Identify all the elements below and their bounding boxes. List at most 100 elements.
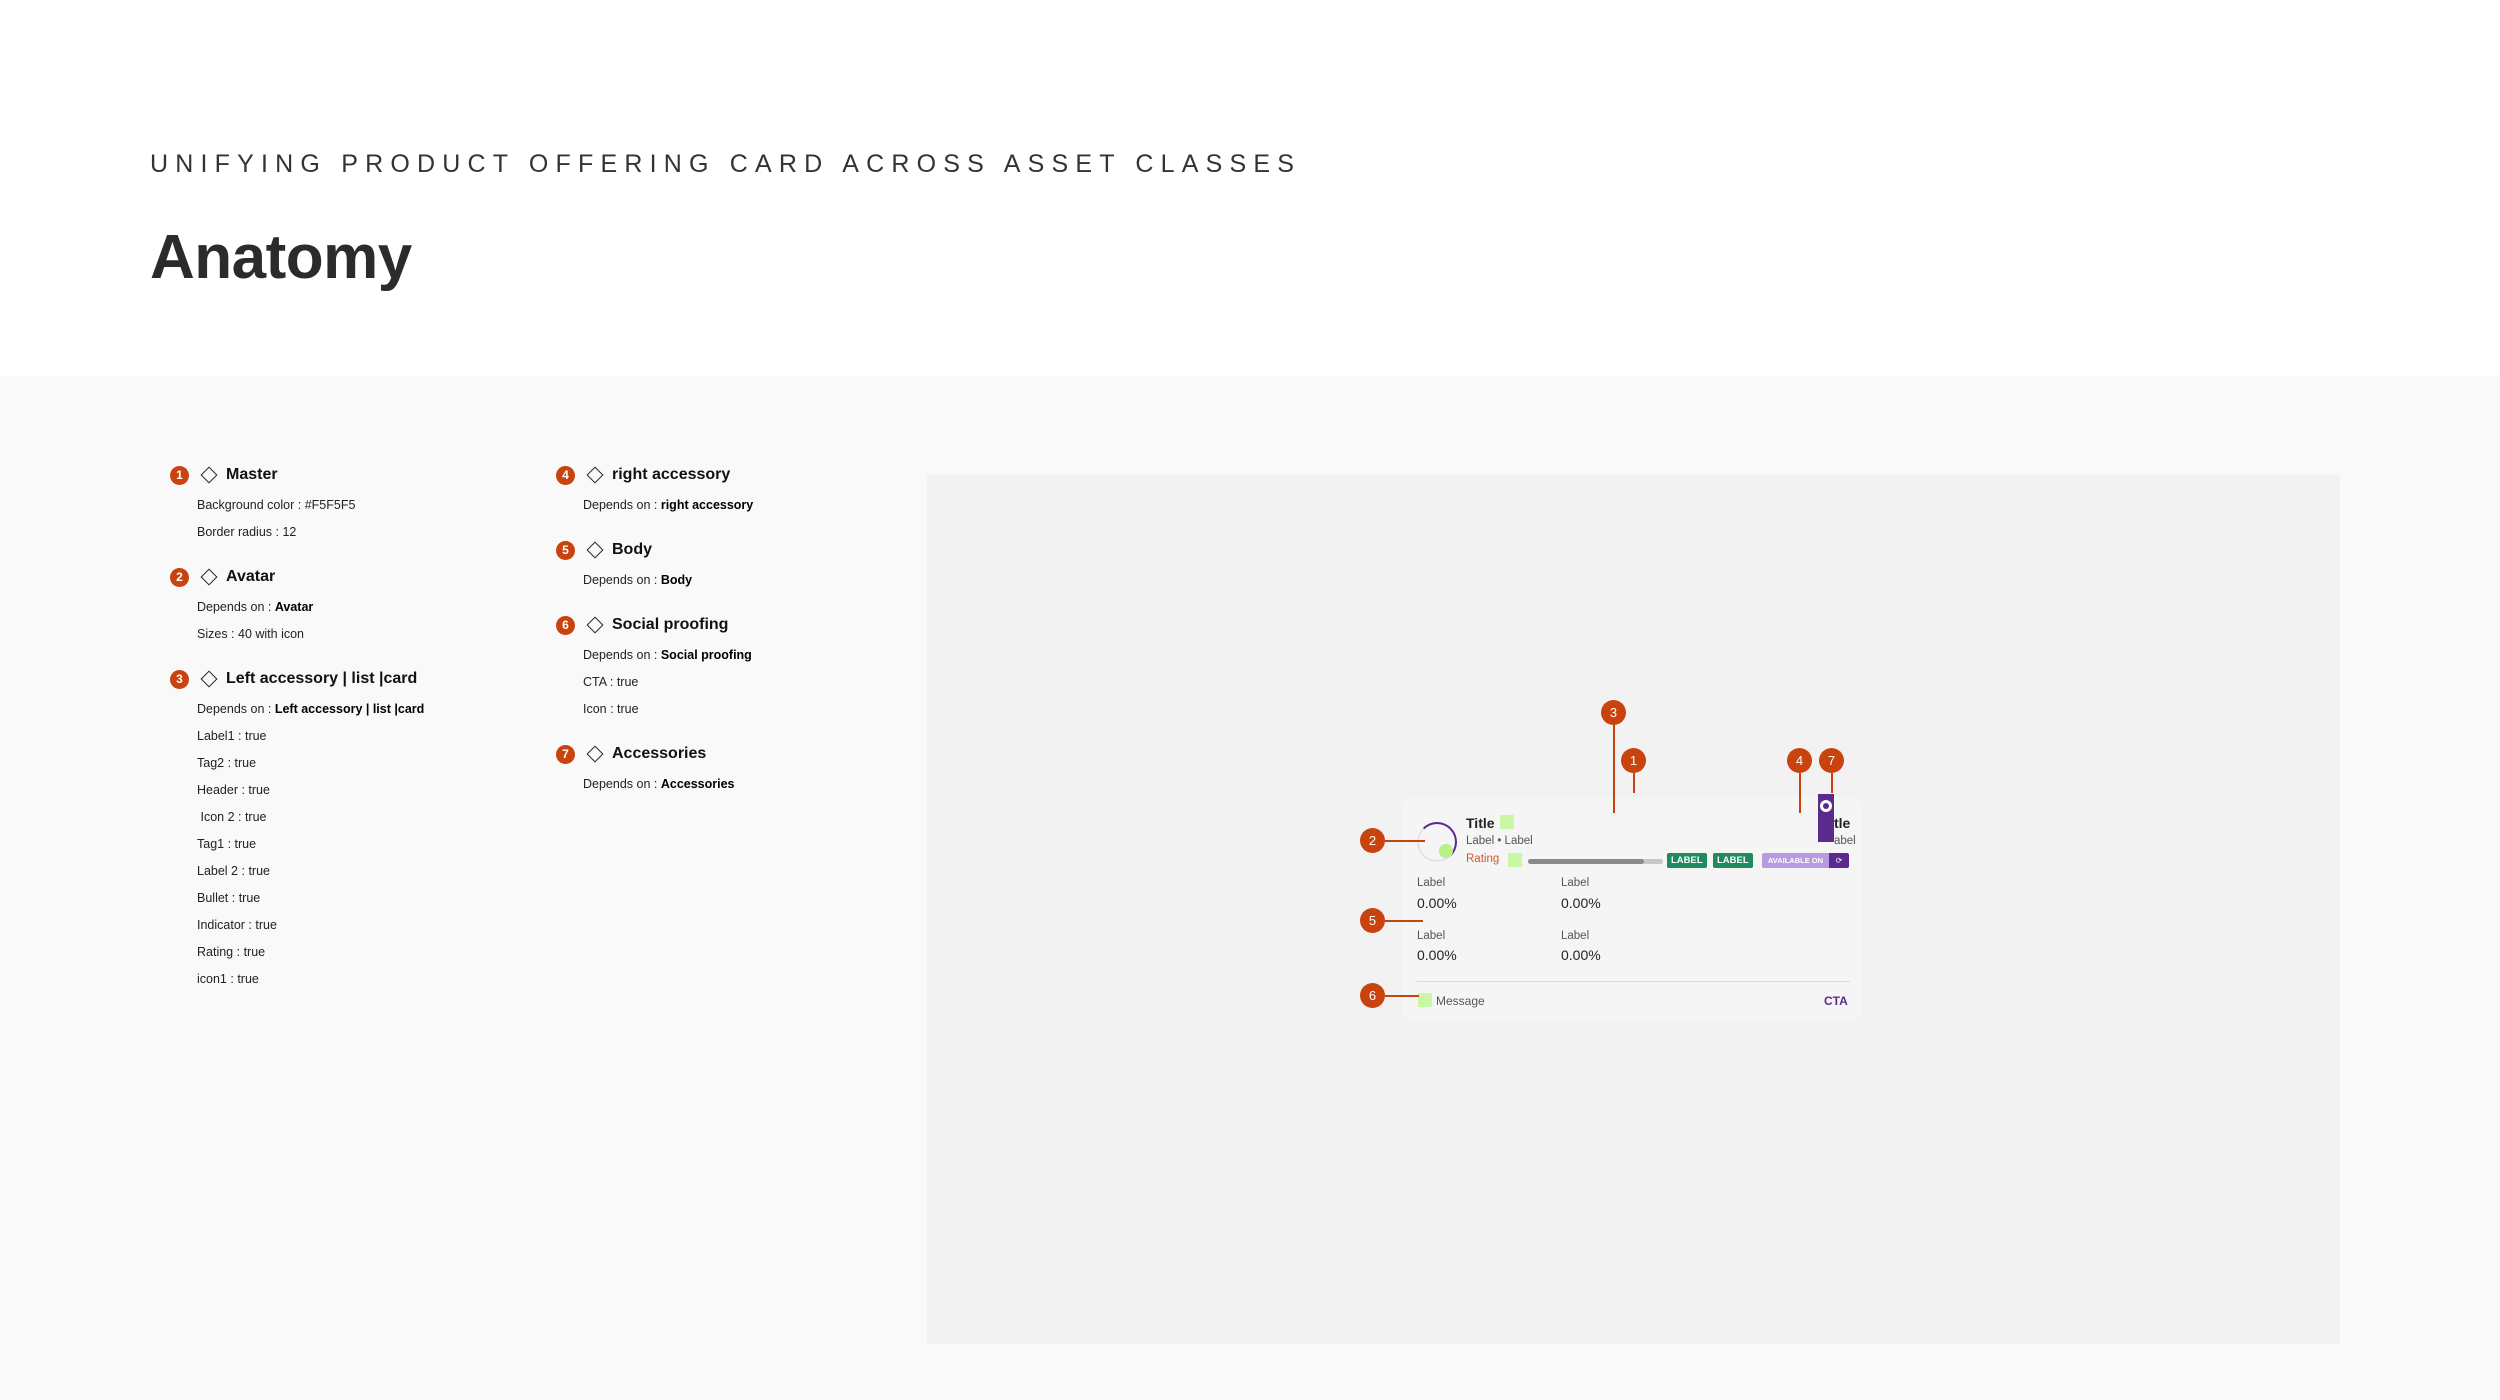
- rating-bar-fill: [1528, 859, 1645, 864]
- metric-label-1: Label: [1417, 877, 1446, 889]
- component-diamond-icon: [200, 670, 218, 688]
- spec-property: Depends on : Body: [583, 567, 692, 594]
- property-key: Depends on :: [197, 702, 275, 716]
- callout-2: 2: [1360, 828, 1385, 853]
- property-value: Accessories: [660, 777, 735, 791]
- callout-line-7: [1831, 773, 1833, 793]
- metric-value-4: 0.00%: [1561, 947, 1601, 963]
- property-value: true: [234, 756, 257, 770]
- spec-title: right accessory: [612, 466, 731, 483]
- spec-property: Sizes : 40 with icon: [197, 621, 313, 648]
- right-title: tle: [1834, 815, 1851, 831]
- tag-2: LABEL: [1713, 853, 1753, 868]
- spec-property: Icon 2 : true: [197, 804, 424, 831]
- callout-line-3: [1613, 725, 1615, 813]
- available-on-logo-icon: ⟳: [1829, 853, 1849, 868]
- property-key: Border radius :: [197, 525, 283, 539]
- spec-property: Depends on : Left accessory | list |card: [197, 696, 424, 723]
- page-title: Anatomy: [150, 223, 412, 292]
- property-key: Depends on :: [583, 573, 661, 587]
- spec-property: Border radius : 12: [197, 519, 355, 546]
- property-value: Left accessory | list |card: [274, 702, 425, 716]
- property-key: Tag1 :: [197, 837, 235, 851]
- callout-6: 6: [1360, 983, 1385, 1008]
- spec-property: Icon : true: [583, 696, 752, 723]
- property-value: 40 with icon: [238, 627, 305, 641]
- number-badge: 7: [556, 744, 575, 764]
- callout-3: 3: [1601, 700, 1626, 725]
- avatar: [1417, 822, 1457, 862]
- callout-line-1: [1633, 773, 1635, 793]
- component-diamond-icon: [586, 466, 604, 484]
- property-value: true: [617, 702, 639, 716]
- spec-property: Depends on : right accessory: [583, 492, 753, 519]
- ribbon-circle-icon: [1820, 800, 1832, 812]
- rating-bar: [1528, 859, 1663, 864]
- spec-header: 1 Master: [170, 463, 355, 487]
- callout-1: 1: [1621, 748, 1646, 773]
- property-value: true: [248, 783, 270, 797]
- spec-property: Indicator : true: [197, 912, 424, 939]
- property-key: Indicator :: [197, 918, 256, 932]
- social-proof-message: Message: [1436, 994, 1485, 1008]
- property-value: Social proofing: [660, 648, 752, 662]
- spec-property: Depends on : Social proofing: [583, 642, 752, 669]
- spec-property: Background color : #F5F5F5: [197, 492, 355, 519]
- card-sublabel: Label • Label: [1466, 835, 1533, 847]
- callout-line-4: [1799, 773, 1801, 813]
- spec-properties: Depends on : Body: [583, 567, 692, 594]
- property-value: true: [238, 891, 261, 905]
- property-value: true: [244, 810, 267, 824]
- property-key: Sizes :: [197, 627, 238, 641]
- cta-button[interactable]: CTA: [1824, 994, 1848, 1008]
- component-diamond-icon: [586, 541, 604, 559]
- property-key: CTA :: [583, 675, 617, 689]
- metric-label-4: Label: [1561, 930, 1590, 942]
- property-value: #F5F5F5: [304, 498, 356, 512]
- spec-header: 7 Accessories: [556, 742, 735, 766]
- right-label: abel: [1834, 835, 1856, 847]
- available-on-badge: AVAILABLE ON: [1762, 853, 1829, 868]
- spec-properties: Background color : #F5F5F5 Border radius …: [197, 492, 355, 546]
- metric-value-1: 0.00%: [1417, 895, 1457, 911]
- number-badge: 2: [170, 567, 189, 587]
- number-badge: 4: [556, 465, 575, 485]
- number-badge: 3: [170, 669, 189, 689]
- spec-property: Label1 : true: [197, 723, 424, 750]
- spec-title: Master: [226, 466, 278, 483]
- spec-title: Social proofing: [612, 616, 729, 633]
- property-value: true: [616, 675, 639, 689]
- component-diamond-icon: [586, 616, 604, 634]
- spec-header: 2 Avatar: [170, 565, 313, 589]
- number-badge: 5: [556, 540, 575, 560]
- spec-body: 5 Body Depends on : Body: [556, 538, 692, 594]
- metric-value-3: 0.00%: [1417, 947, 1457, 963]
- property-value: 12: [282, 525, 297, 539]
- spec-properties: Depends on : Accessories: [583, 771, 735, 798]
- callout-5: 5: [1360, 908, 1385, 933]
- number-badge: 6: [556, 615, 575, 635]
- spec-property: Tag1 : true: [197, 831, 424, 858]
- property-key: Depends on :: [583, 498, 661, 512]
- spec-header: 3 Left accessory | list |card: [170, 667, 424, 691]
- spec-properties: Depends on : Social proofing CTA : true Ic…: [583, 642, 752, 723]
- title-icon: [1500, 815, 1514, 829]
- component-diamond-icon: [200, 568, 218, 586]
- rating-icon: [1508, 853, 1522, 867]
- spec-properties: Depends on : right accessory: [583, 492, 753, 519]
- spec-left-accessory: 3 Left accessory | list |card Depends on :…: [170, 667, 424, 993]
- social-proof-icon: [1418, 993, 1432, 1007]
- property-value: true: [234, 837, 257, 851]
- property-key: Tag2 :: [197, 756, 235, 770]
- spec-header: 4 right accessory: [556, 463, 753, 487]
- property-value: true: [248, 864, 270, 878]
- spec-title: Left accessory | list |card: [226, 670, 418, 687]
- card-title: Title: [1466, 815, 1495, 831]
- property-value: true: [244, 729, 267, 743]
- property-value: true: [255, 918, 277, 932]
- property-key: Depends on :: [583, 777, 661, 791]
- callout-line-5: [1385, 920, 1423, 922]
- spec-accessories: 7 Accessories Depends on : Accessories: [556, 742, 735, 798]
- spec-property: Header : true: [197, 777, 424, 804]
- spec-property: Bullet : true: [197, 885, 424, 912]
